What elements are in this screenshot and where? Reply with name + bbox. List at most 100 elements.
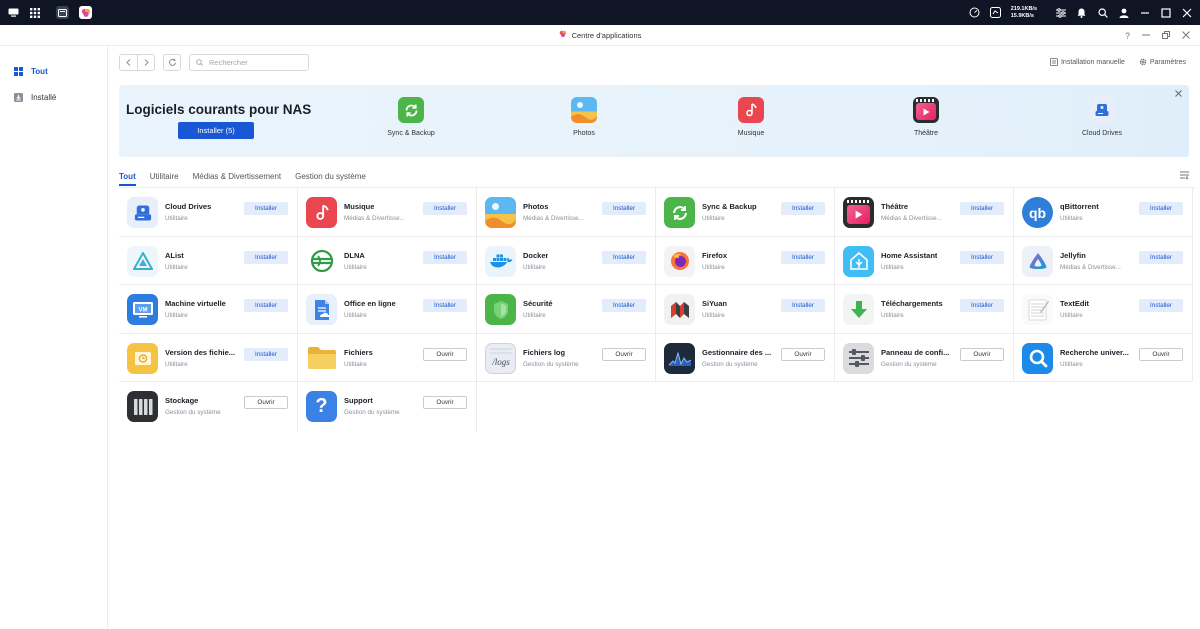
app-category: Utilitaire xyxy=(165,360,188,368)
dashboard-icon[interactable] xyxy=(989,7,1001,18)
app-grid-icon[interactable] xyxy=(29,7,40,18)
app-category: Utilitaire xyxy=(165,263,188,271)
open-button[interactable]: Ouvrir xyxy=(781,347,825,361)
app-card-music[interactable]: Musique Médias & Divertisse... Installer xyxy=(298,188,477,237)
app-name: Sync & Backup xyxy=(702,202,757,211)
app-card-file-version[interactable]: Version des fichie... Utilitaire Install… xyxy=(119,333,298,382)
app-card-log-files[interactable]: /logs Fichiers log Gestion du système Ou… xyxy=(477,333,656,382)
tab-media[interactable]: Médias & Divertissement xyxy=(193,166,281,186)
settings-button[interactable]: Paramètres xyxy=(1139,58,1186,66)
open-button[interactable]: Ouvrir xyxy=(244,396,288,409)
install-button[interactable]: Installer xyxy=(960,250,1004,264)
install-button[interactable]: Installer xyxy=(423,299,467,312)
app-card-security[interactable]: Sécurité Utilitaire Installer xyxy=(477,285,656,334)
taskbar-app-monitor-icon[interactable] xyxy=(56,6,69,19)
app-card-photos[interactable]: Photos Médias & Divertisse... Installer xyxy=(477,188,656,237)
app-card-dlna[interactable]: DLNA Utilitaire Installer xyxy=(298,236,477,285)
app-card-universal-search[interactable]: Recherche univer... Utilitaire Ouvrir xyxy=(1014,333,1193,382)
install-button[interactable]: Installer xyxy=(1139,299,1183,312)
app-card-files[interactable]: Fichiers Utilitaire Ouvrir xyxy=(298,333,477,382)
install-button[interactable]: Installer xyxy=(602,202,646,215)
app-card-theater[interactable]: Théâtre Médias & Divertisse... Installer xyxy=(835,188,1014,237)
music-icon xyxy=(738,97,764,123)
user-icon[interactable] xyxy=(1118,7,1129,18)
banner-app-sync-backup[interactable]: Sync & Backup xyxy=(371,97,451,137)
taskbar-right: 219.1KB/s 15.9KB/s xyxy=(969,6,1192,19)
app-card-alist[interactable]: AList Utilitaire Installer xyxy=(119,236,298,285)
install-button[interactable]: Installer xyxy=(781,202,825,215)
maximize-icon[interactable] xyxy=(1160,7,1171,18)
search-icon[interactable] xyxy=(1097,7,1108,18)
sync-backup-icon xyxy=(664,197,695,228)
app-card-storage[interactable]: Stockage Gestion du système Ouvrir xyxy=(119,382,298,431)
refresh-button[interactable] xyxy=(163,53,181,71)
toolbar-actions: Installation manuelle Paramètres xyxy=(1050,58,1189,66)
app-card-qbittorrent[interactable]: qb qBittorrent Utilitaire Installer xyxy=(1014,188,1193,237)
install-button[interactable]: Installer xyxy=(781,250,825,264)
install-button[interactable]: Installer xyxy=(244,299,288,312)
app-card-textedit[interactable]: TextEdit Utilitaire Installer xyxy=(1014,285,1193,334)
app-card-firefox[interactable]: Firefox Utilitaire Installer xyxy=(656,236,835,285)
install-button[interactable]: Installer xyxy=(1139,202,1183,215)
app-card-office-online[interactable]: Office en ligne Utilitaire Installer xyxy=(298,285,477,334)
open-button[interactable]: Ouvrir xyxy=(423,347,467,361)
banner-close-icon[interactable] xyxy=(1175,89,1182,100)
sidebar-item-installed[interactable]: Installé xyxy=(0,84,107,110)
banner-app-cloud-drives[interactable]: Cloud Drives xyxy=(1062,97,1142,137)
alist-icon xyxy=(127,245,158,277)
search-input[interactable] xyxy=(209,57,299,67)
minimize-all-icon[interactable] xyxy=(1139,7,1150,18)
open-button[interactable]: Ouvrir xyxy=(960,347,1004,361)
forward-button[interactable] xyxy=(137,54,154,70)
app-card-support[interactable]: ? Support Gestion du système Ouvrir xyxy=(298,382,477,431)
app-card-resource-monitor[interactable]: Gestionnaire des ... Gestion du système … xyxy=(656,333,835,382)
search-box[interactable] xyxy=(189,53,309,71)
open-button[interactable]: Ouvrir xyxy=(1139,347,1183,361)
app-card-jellyfin[interactable]: Jellyfin Médias & Divertisse... Installe… xyxy=(1014,236,1193,285)
install-button[interactable]: Installer xyxy=(1139,250,1183,264)
app-card-cloud-drives[interactable]: Cloud Drives Utilitaire Installer xyxy=(119,188,298,237)
window-minimize-icon[interactable] xyxy=(1142,31,1150,41)
tab-all[interactable]: Tout xyxy=(119,166,136,186)
manual-install-button[interactable]: Installation manuelle xyxy=(1050,58,1125,66)
install-button[interactable]: Installer xyxy=(423,202,467,215)
window-restore-icon[interactable] xyxy=(1162,30,1170,41)
banner-app-music[interactable]: Musique xyxy=(711,97,791,137)
banner-app-photos[interactable]: Photos xyxy=(544,97,624,137)
taskbar-app-center-icon[interactable] xyxy=(79,6,92,19)
speed-gauge-icon[interactable] xyxy=(969,7,980,18)
app-category: Médias & Divertisse... xyxy=(523,215,584,222)
install-button[interactable]: Installer xyxy=(602,299,646,312)
install-button[interactable]: Installer xyxy=(960,202,1004,215)
sort-filter-icon[interactable] xyxy=(1180,171,1189,181)
app-card-home-assistant[interactable]: Home Assistant Utilitaire Installer xyxy=(835,236,1014,285)
app-card-siyuan[interactable]: SiYuan Utilitaire Installer xyxy=(656,285,835,334)
desktop-icon[interactable] xyxy=(8,7,19,18)
install-button[interactable]: Installer xyxy=(602,250,646,264)
open-button[interactable]: Ouvrir xyxy=(602,347,646,361)
app-card-control-panel[interactable]: Panneau de confi... Gestion du système O… xyxy=(835,333,1014,382)
sidebar-item-all[interactable]: Tout xyxy=(0,58,107,84)
help-icon[interactable]: ? xyxy=(1125,31,1130,41)
back-button[interactable] xyxy=(120,55,137,70)
tab-utility[interactable]: Utilitaire xyxy=(150,166,179,186)
install-button[interactable]: Installer xyxy=(244,250,288,264)
app-card-docker[interactable]: Docker Utilitaire Installer xyxy=(477,236,656,285)
app-card-downloads[interactable]: Téléchargements Utilitaire Installer xyxy=(835,285,1014,334)
app-card-virtual-machine[interactable]: VM Machine virtuelle Utilitaire Installe… xyxy=(119,285,298,334)
banner-app-theater[interactable]: Théâtre xyxy=(886,97,966,137)
install-button[interactable]: Installer xyxy=(960,299,1004,312)
settings-sliders-icon[interactable] xyxy=(1055,7,1066,18)
main-content: Installation manuelle Paramètres Logicie… xyxy=(108,46,1200,629)
app-card-sync-backup[interactable]: Sync & Backup Utilitaire Installer xyxy=(656,188,835,237)
install-button[interactable]: Installer xyxy=(781,299,825,312)
bell-icon[interactable] xyxy=(1076,7,1087,18)
install-button[interactable]: Installer xyxy=(244,347,288,361)
window-close-icon[interactable] xyxy=(1182,30,1190,41)
tab-system[interactable]: Gestion du système xyxy=(295,166,366,186)
open-button[interactable]: Ouvrir xyxy=(423,396,467,409)
install-button[interactable]: Installer xyxy=(244,202,288,215)
install-button[interactable]: Installer xyxy=(423,250,467,264)
install-all-button[interactable]: Installer (5) xyxy=(178,122,254,139)
close-icon[interactable] xyxy=(1181,7,1192,18)
